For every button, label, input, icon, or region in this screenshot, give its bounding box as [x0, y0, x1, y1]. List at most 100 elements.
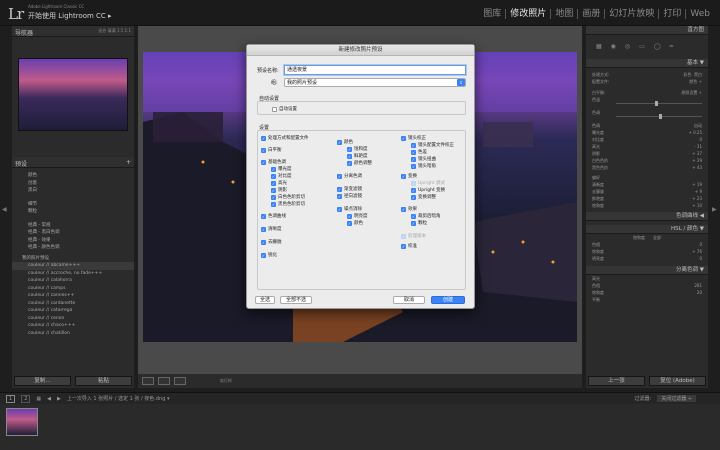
blacks-value[interactable]: + 43	[692, 164, 702, 171]
histogram-header[interactable]: 直方图	[586, 26, 708, 35]
checkbox-highlights[interactable]: ✓ 高光	[271, 180, 287, 186]
preset-item[interactable]: couleur // cenon	[12, 315, 134, 323]
hsl-header[interactable]: HSL / 颜色 ▼	[586, 225, 708, 234]
collapse-left-icon[interactable]: ◀	[2, 206, 7, 213]
checkbox-luminance[interactable]: ✓ 明亮度	[347, 213, 368, 219]
checkbox-white-balance[interactable]: ✓ 白平衡	[261, 147, 282, 153]
wb-select[interactable]: 原照设置 ÷	[681, 89, 702, 96]
identity-plate[interactable]: 开始使用 Lightroom CC ▸	[28, 11, 112, 21]
brush-icon[interactable]: ━	[670, 43, 674, 53]
module-library[interactable]: 图库	[479, 9, 507, 19]
temp-slider[interactable]	[616, 101, 702, 106]
checkbox-white-clip[interactable]: ✓ 白色色阶剪切	[271, 194, 305, 200]
preset-item[interactable]: couleur // chaco+++	[12, 322, 134, 330]
loupe-view-icon[interactable]	[142, 377, 154, 385]
basic-header[interactable]: 基本 ▼	[586, 59, 708, 68]
preset-group[interactable]: 经典 - 颜色色调	[12, 244, 134, 252]
checkbox-tone-curve[interactable]: ✓ 色调曲线	[261, 213, 286, 219]
preset-item[interactable]: couleur // cardanette	[12, 300, 134, 308]
module-map[interactable]: 地图	[551, 9, 579, 19]
preset-item[interactable]: couleur // accroche, no fade+++	[12, 270, 134, 278]
preset-item[interactable]: couleur // chatillon	[12, 330, 134, 338]
preset-group[interactable]: 颗粒	[12, 208, 134, 216]
checkbox-color[interactable]: ✓ 颜色	[337, 139, 353, 145]
preset-group[interactable]: 颜色	[12, 172, 134, 180]
group-select[interactable]: 我的照片预设 ⇕	[284, 78, 466, 87]
grid-icon[interactable]: ▦	[36, 396, 41, 402]
whites-value[interactable]: + 29	[692, 157, 702, 164]
preset-group[interactable]: 经典 - 黑白色调	[12, 229, 134, 237]
checkbox-effects[interactable]: ✓ 效果	[401, 206, 417, 212]
paste-button[interactable]: 粘贴	[75, 376, 132, 386]
preset-item[interactable]: couleur // cannes++	[12, 292, 134, 300]
preset-group[interactable]: 黑白	[12, 187, 134, 195]
checkbox-lens-correction[interactable]: ✓ 镜头校正	[401, 135, 426, 141]
checkbox-dehaze[interactable]: ✓ 去朦胧	[261, 239, 282, 245]
checkbox-chromatic-aberration[interactable]: ✓ 色差	[411, 149, 427, 155]
check-none-button[interactable]: 全部不选	[280, 296, 312, 304]
my-presets-group[interactable]: 我的照片预设	[12, 255, 134, 263]
vibrance-value[interactable]: + 23	[692, 195, 702, 202]
swap-icon[interactable]	[174, 377, 186, 385]
split-hue-value[interactable]: 281	[694, 282, 702, 289]
contrast-value[interactable]: 0	[699, 136, 702, 143]
preset-item[interactable]: couleur // catarrega	[12, 307, 134, 315]
dehaze-value[interactable]: + 9	[695, 188, 702, 195]
checkbox-clarity[interactable]: ✓ 清晰度	[261, 226, 282, 232]
module-slideshow[interactable]: 幻灯片放映	[605, 9, 660, 19]
checkbox-vibrance[interactable]: ✓ 鲜艳度	[347, 153, 368, 159]
module-web[interactable]: Web	[686, 9, 714, 19]
cancel-button[interactable]: 取消	[393, 296, 425, 304]
redeye-icon[interactable]: ◎	[625, 43, 630, 53]
checkbox-black-clip[interactable]: ✓ 黑色色阶剪切	[271, 201, 305, 207]
split-toning-header[interactable]: 分离色调 ▼	[586, 266, 708, 275]
presets-header[interactable]: 预设 +	[12, 157, 134, 168]
preset-item[interactable]: couleur // calahorra	[12, 277, 134, 285]
saturation-value[interactable]: + 10	[692, 202, 702, 209]
filmstrip-thumbnail[interactable]	[6, 408, 38, 436]
preset-item[interactable]: couleur // camps	[12, 285, 134, 293]
hsl-tab[interactable]: 饱和度	[633, 234, 645, 241]
texture-value[interactable]: + 19	[692, 181, 702, 188]
forward-icon[interactable]: ▶	[57, 396, 61, 402]
tone-curve-header[interactable]: 色调曲线 ◀	[586, 212, 708, 221]
monitor-1-button[interactable]: 1	[6, 394, 16, 403]
checkbox-basic-tone[interactable]: ✓ 基础色调	[261, 159, 286, 165]
checkbox-upright-transform[interactable]: ✓ Upright 变换	[411, 187, 445, 193]
before-after-icon[interactable]	[158, 377, 170, 385]
checkbox-transform-adjust[interactable]: ✓ 变换调整	[411, 194, 436, 200]
checkbox-graduated-filter[interactable]: ✓ 渐变滤镜	[337, 186, 362, 192]
copy-button[interactable]: 复制...	[14, 376, 71, 386]
navigator-header[interactable]: 导航器 适合 填满 1:1 1:1	[12, 26, 134, 37]
reset-button[interactable]: 复位 (Adobe)	[649, 376, 706, 386]
checkbox-lens-vignetting[interactable]: ✓ 镜头暗角	[411, 163, 436, 169]
collapse-right-icon[interactable]: ▶	[712, 206, 717, 213]
preset-group[interactable]: 创意	[12, 180, 134, 188]
softproof-label[interactable]: 软打样	[220, 378, 232, 384]
checkbox-nr-color[interactable]: ✓ 颜色	[347, 220, 363, 226]
checkbox-exposure[interactable]: ✓ 曝光度	[271, 166, 292, 172]
left-edge-toggle[interactable]: ◀	[0, 26, 10, 388]
checkbox-split-toning[interactable]: ✓ 分离色调	[337, 173, 362, 179]
check-all-button[interactable]: 全选	[255, 296, 275, 304]
exposure-value[interactable]: + 0.25	[688, 129, 702, 136]
back-icon[interactable]: ◀	[47, 396, 51, 402]
crop-icon[interactable]: ▦	[596, 43, 602, 53]
hsl-lum-value[interactable]: 0	[699, 255, 702, 262]
right-edge-toggle[interactable]: ▶	[710, 26, 720, 388]
graduated-filter-icon[interactable]: ▭	[639, 43, 645, 53]
radial-filter-icon[interactable]: ◯	[654, 43, 661, 53]
preset-item[interactable]: couleur // abcame+++	[12, 262, 134, 270]
navigator-preview[interactable]	[18, 58, 128, 131]
add-preset-icon[interactable]: +	[126, 159, 131, 166]
highlights-value[interactable]: - 31	[694, 143, 702, 150]
module-develop[interactable]: 修改照片	[506, 9, 552, 19]
split-sat-value[interactable]: 20	[697, 289, 702, 296]
profile-select[interactable]: 颜色 ÷	[689, 78, 702, 85]
auto-tone-button[interactable]: 自动	[694, 122, 702, 129]
checkbox-contrast[interactable]: ✓ 对比度	[271, 173, 292, 179]
checkbox-grain[interactable]: ✓ 颗粒	[411, 220, 427, 226]
monitor-2-button[interactable]: 2	[21, 394, 31, 403]
checkbox-process-profile[interactable]: ✓ 处理方式和配置文件	[261, 135, 309, 141]
checkbox-sharpening[interactable]: ✓ 锐化	[261, 252, 277, 258]
